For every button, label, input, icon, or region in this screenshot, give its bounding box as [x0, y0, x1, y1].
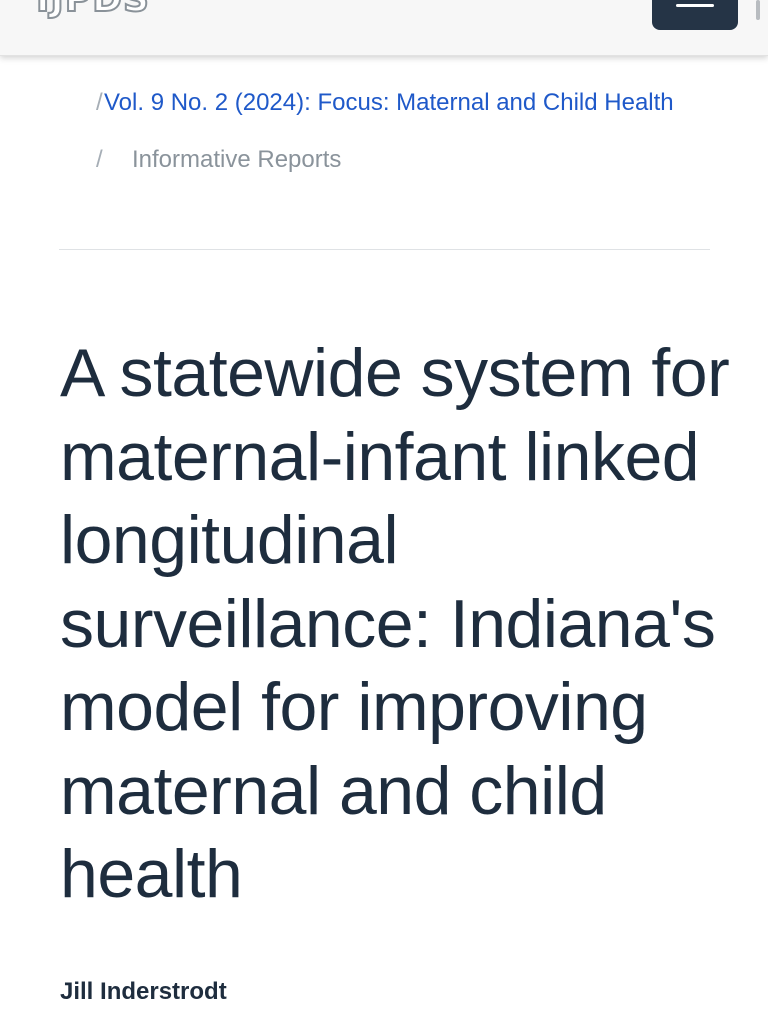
breadcrumb: /Vol. 9 No. 2 (2024): Focus: Maternal an… — [60, 84, 710, 178]
article-title: A statewide system for maternal-infant l… — [60, 335, 730, 912]
site-logo[interactable]: IJPDS — [35, 0, 150, 19]
breadcrumb-current-section: Informative Reports — [132, 146, 342, 173]
breadcrumb-separator: / — [96, 89, 103, 116]
hamburger-menu-icon — [676, 4, 714, 7]
divider — [59, 249, 710, 250]
hamburger-menu-button[interactable] — [652, 0, 738, 30]
site-header: IJPDS — [0, 0, 768, 56]
breadcrumb-separator: / — [96, 146, 103, 173]
breadcrumb-item-issue: /Vol. 9 No. 2 (2024): Focus: Maternal an… — [60, 84, 710, 121]
issue-link[interactable]: Vol. 9 No. 2 (2024): Focus: Maternal and… — [104, 89, 674, 116]
breadcrumb-item-section: / Informative Reports — [60, 141, 710, 178]
author-name[interactable]: Jill Inderstrodt — [60, 978, 227, 1006]
scrollbar-indicator — [756, 0, 760, 20]
